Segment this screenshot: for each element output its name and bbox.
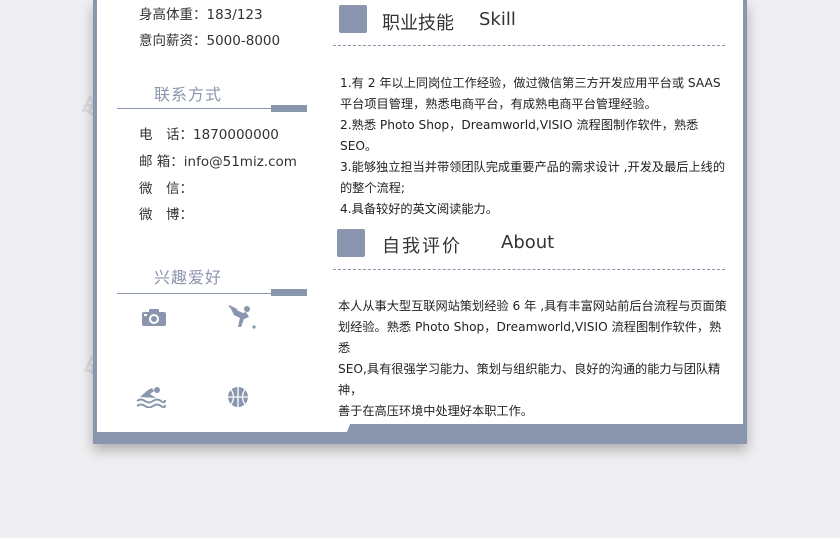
skills-line: 的整个流程; — [340, 181, 406, 195]
about-line: 本人从事大型互联网站策划经验 6 年 ,具有丰富网站前后台流程与页面策 — [338, 299, 727, 313]
wechat-field: 微 信： — [139, 181, 193, 197]
about-section-title-en: About — [501, 232, 555, 253]
skills-list: 1.有 2 年以上同岗位工作经验，做过微信第三方开发应用平台或 SAAS 平台项… — [340, 73, 730, 220]
skills-section-title-en: Skill — [479, 9, 516, 30]
contact-section-title: 联系方式 — [154, 85, 223, 104]
about-line: 划经验。熟悉 Photo Shop，Dreamworld,VISIO 流程图制作… — [338, 320, 722, 355]
about-line: 善于在高压环境中处理好本职工作。 — [338, 404, 533, 418]
skills-section-marker — [339, 5, 367, 33]
hobbies-divider-accent — [271, 289, 307, 296]
skills-line: 4.具备较好的英文阅读能力。 — [340, 202, 498, 216]
about-section-title-cn: 自我评价 — [382, 236, 462, 257]
skills-line: 1.有 2 年以上同岗位工作经验，做过微信第三方开发应用平台或 SAAS — [340, 76, 721, 90]
footer-accent-tab — [342, 424, 747, 444]
skills-line: 3.能够独立担当并带领团队完成重要产品的需求设计 ,开发及最后上线的 — [340, 160, 726, 174]
about-paragraph: 本人从事大型互联网站策划经验 6 年 ,具有丰富网站前后台流程与页面策 划经验。… — [338, 296, 730, 422]
expected-salary: 意向薪资：5000-8000 — [139, 33, 281, 49]
basketball-icon — [228, 387, 248, 407]
height-weight: 身高体重：183/123 — [139, 7, 263, 23]
resume-sheet: 身高体重：183/123 意向薪资：5000-8000 联系方式 电 话：187… — [97, 0, 743, 432]
phone-field: 电 话：1870000000 — [139, 127, 279, 143]
skills-line: 2.熟悉 Photo Shop，Dreamworld,VISIO 流程图制作软件… — [340, 118, 699, 153]
about-section-marker — [337, 229, 365, 257]
skills-section-title-cn: 职业技能 — [382, 13, 454, 34]
baseball-icon — [228, 305, 256, 329]
camera-icon — [142, 309, 166, 326]
swimming-icon — [136, 387, 166, 408]
skills-line: 平台项目管理，熟悉电商平台，有成熟电商平台管理经验。 — [340, 97, 657, 111]
about-line: SEO,具有很强学习能力、策划与组织能力、良好的沟通的能力与团队精神， — [338, 362, 721, 397]
skills-divider — [333, 45, 725, 46]
email-field: 邮 箱：info@51miz.com — [139, 154, 297, 170]
weibo-field: 微 博： — [139, 207, 193, 223]
about-divider — [333, 269, 725, 270]
contact-divider-accent — [271, 105, 307, 112]
resume-page: 身高体重：183/123 意向薪资：5000-8000 联系方式 电 话：187… — [93, 0, 747, 444]
hobbies-section-title: 兴趣爱好 — [154, 268, 223, 287]
